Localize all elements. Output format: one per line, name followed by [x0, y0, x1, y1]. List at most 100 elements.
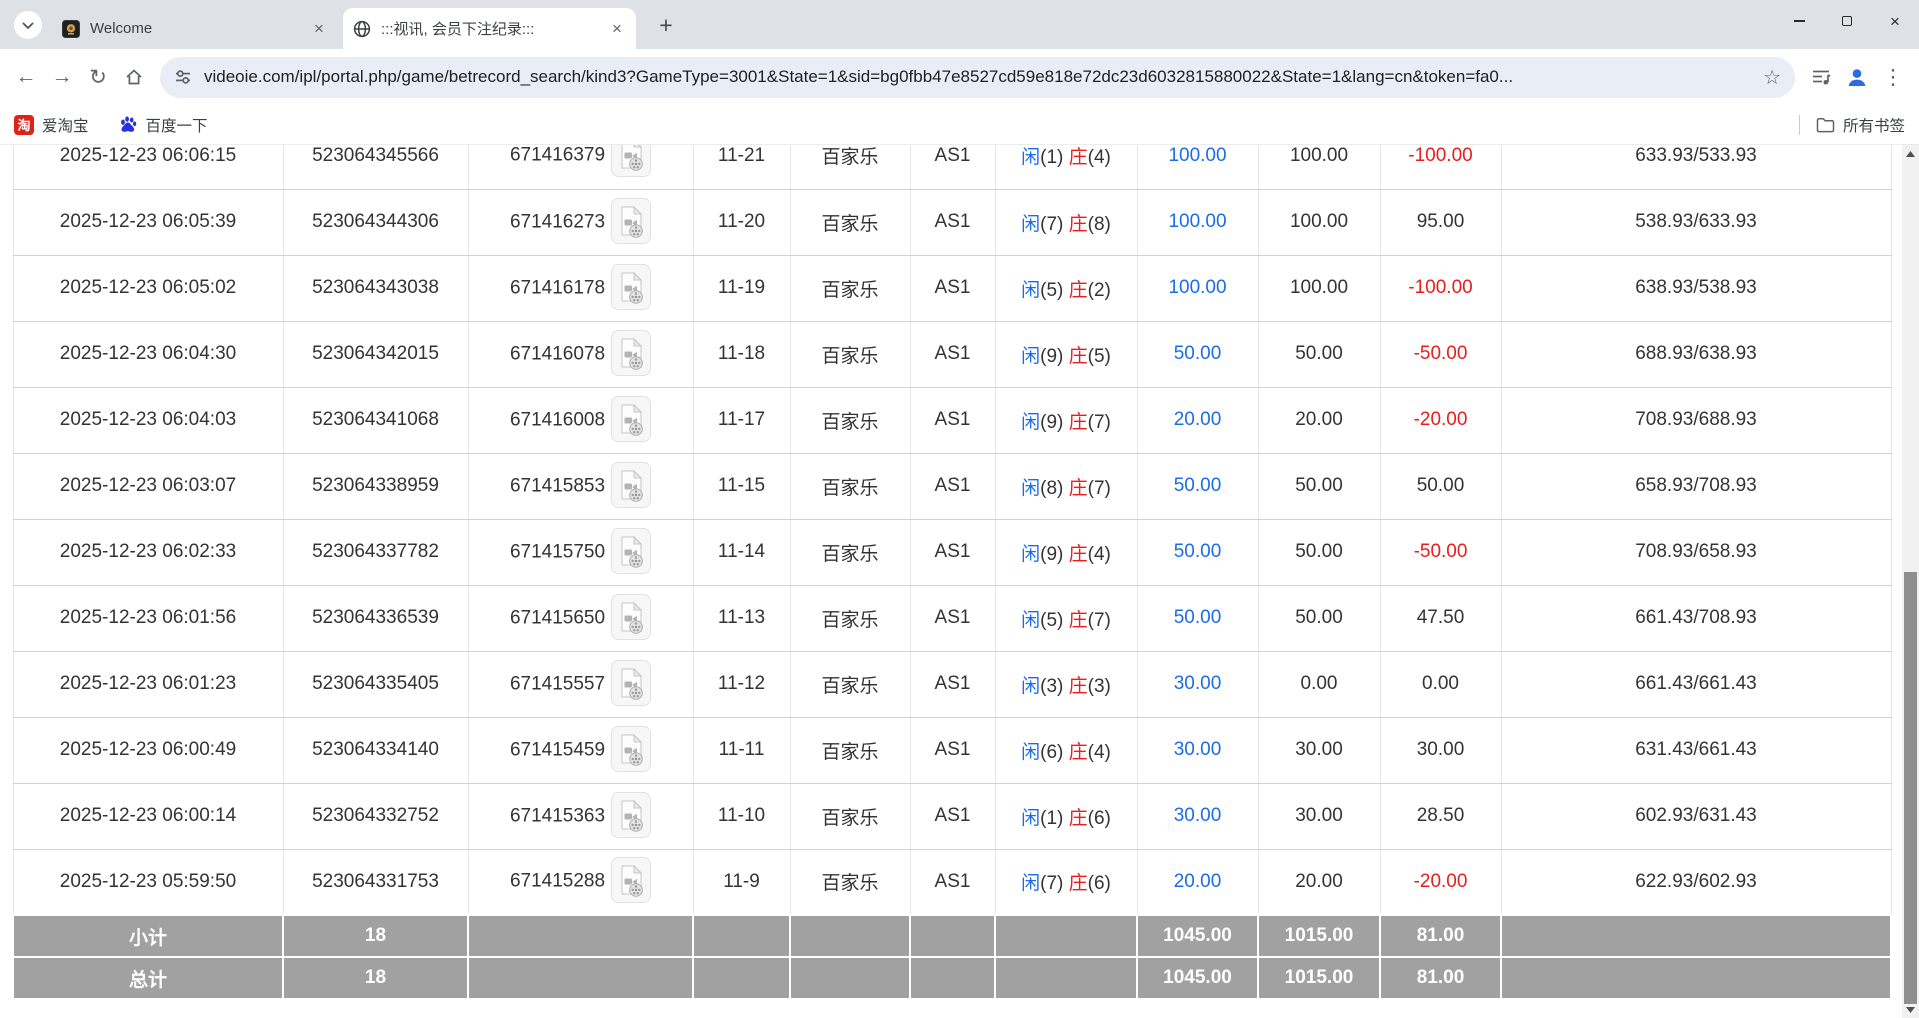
cell-valid-amount: 30.00	[1258, 783, 1380, 849]
maximize-button[interactable]	[1823, 0, 1871, 42]
scroll-down-button[interactable]	[1902, 1001, 1919, 1018]
cell-bet-time: 2025-12-23 06:04:03	[13, 387, 283, 453]
tab-welcome[interactable]: Welcome ×	[52, 8, 338, 49]
cell-bet-id: 523064345566	[283, 145, 468, 189]
menu-button[interactable]: ⋮	[1875, 59, 1911, 95]
cell-bet-id: 523064334140	[283, 717, 468, 783]
cell-table-name: AS1	[910, 849, 995, 915]
cell-winloss: -50.00	[1380, 321, 1501, 387]
cell-table-name: AS1	[910, 387, 995, 453]
result-player-label: 闲	[1021, 412, 1040, 433]
cell-bet-id: 523064337782	[283, 519, 468, 585]
bet-amount-link[interactable]: 20.00	[1174, 409, 1222, 430]
globe-icon	[353, 20, 371, 38]
bet-amount-link[interactable]: 20.00	[1174, 871, 1222, 892]
bookmark-item-baidu[interactable]: 百度一下	[119, 114, 208, 136]
media-controls-button[interactable]	[1803, 59, 1839, 95]
summary-empty-cell	[790, 957, 910, 999]
result-player-score: (7)	[1040, 214, 1063, 235]
cell-game-name: 百家乐	[790, 783, 910, 849]
cell-balance: 661.43/661.43	[1501, 651, 1891, 717]
bet-amount-link[interactable]: 30.00	[1174, 673, 1222, 694]
result-player-score: (6)	[1040, 742, 1063, 763]
video-replay-button[interactable]	[611, 145, 651, 180]
video-replay-button[interactable]	[611, 264, 651, 313]
cell-round: 11-14	[693, 519, 790, 585]
video-replay-button[interactable]	[611, 198, 651, 247]
tab-close-icon[interactable]: ×	[608, 20, 626, 38]
all-bookmarks-button[interactable]: 所有书签	[1843, 114, 1905, 136]
video-file-icon	[611, 330, 651, 376]
result-player-label: 闲	[1021, 280, 1040, 301]
cell-round: 11-12	[693, 651, 790, 717]
cell-game-id: 671415750	[468, 519, 693, 585]
video-replay-button[interactable]	[611, 594, 651, 643]
window-controls: ×	[1775, 0, 1919, 42]
bet-amount-link[interactable]: 50.00	[1174, 607, 1222, 628]
cell-winloss: 47.50	[1380, 585, 1501, 651]
summary-bet: 1045.00	[1137, 915, 1258, 957]
result-banker-label: 庄	[1069, 147, 1088, 168]
video-replay-button[interactable]	[611, 330, 651, 379]
site-settings-tune-icon[interactable]	[174, 68, 192, 86]
bet-amount-link[interactable]: 50.00	[1174, 343, 1222, 364]
bet-amount-link[interactable]: 50.00	[1174, 541, 1222, 562]
minimize-button[interactable]	[1775, 0, 1823, 42]
result-player-label: 闲	[1021, 873, 1040, 894]
tab-close-icon[interactable]: ×	[310, 20, 328, 38]
video-replay-button[interactable]	[611, 660, 651, 709]
video-file-icon	[611, 660, 651, 706]
cell-valid-amount: 100.00	[1258, 189, 1380, 255]
video-replay-button[interactable]	[611, 857, 651, 906]
table-row: 2025-12-23 06:02:33 523064337782 6714157…	[13, 519, 1891, 585]
video-replay-button[interactable]	[611, 396, 651, 445]
cell-table-name: AS1	[910, 321, 995, 387]
video-replay-button[interactable]	[611, 462, 651, 511]
bet-amount-link[interactable]: 100.00	[1168, 145, 1226, 166]
bookmark-label: 百度一下	[146, 114, 208, 136]
cell-round: 11-18	[693, 321, 790, 387]
table-row: 2025-12-23 06:05:39 523064344306 6714162…	[13, 189, 1891, 255]
table-row: 2025-12-23 05:59:50 523064331753 6714152…	[13, 849, 1891, 915]
tab-bet-record[interactable]: :::视讯, 会员下注纪录::: ×	[343, 8, 636, 49]
game-id-text: 671415363	[510, 805, 605, 826]
cell-bet-time: 2025-12-23 06:00:49	[13, 717, 283, 783]
bookmark-star-icon[interactable]: ☆	[1763, 65, 1781, 90]
back-button[interactable]: ←	[8, 59, 44, 95]
cell-game-name: 百家乐	[790, 255, 910, 321]
scroll-up-button[interactable]	[1902, 145, 1919, 162]
url-text[interactable]: videoie.com/ipl/portal.php/game/betrecor…	[204, 67, 1753, 87]
cell-bet-id: 523064344306	[283, 189, 468, 255]
result-player-score: (7)	[1040, 873, 1063, 894]
address-bar[interactable]: videoie.com/ipl/portal.php/game/betrecor…	[160, 57, 1795, 98]
bet-amount-link[interactable]: 100.00	[1168, 211, 1226, 232]
cell-bet-time: 2025-12-23 06:05:39	[13, 189, 283, 255]
tab-search-button[interactable]	[14, 11, 42, 39]
new-tab-button[interactable]: +	[652, 11, 680, 39]
cell-result: 闲(1) 庄(6)	[995, 783, 1137, 849]
bookmark-item-taobao[interactable]: 淘 爱淘宝	[14, 114, 89, 136]
video-replay-button[interactable]	[611, 726, 651, 775]
scroll-thumb[interactable]	[1904, 572, 1917, 1004]
cell-table-name: AS1	[910, 651, 995, 717]
cell-valid-amount: 20.00	[1258, 849, 1380, 915]
cell-round: 11-17	[693, 387, 790, 453]
reload-button[interactable]: ↻	[80, 59, 116, 95]
scrollbar[interactable]	[1902, 145, 1919, 1018]
forward-button[interactable]: →	[44, 59, 80, 95]
close-window-button[interactable]: ×	[1871, 0, 1919, 42]
bet-amount-link[interactable]: 50.00	[1174, 475, 1222, 496]
bet-amount-link[interactable]: 100.00	[1168, 277, 1226, 298]
result-banker-label: 庄	[1069, 280, 1088, 301]
profile-button[interactable]	[1839, 59, 1875, 95]
video-replay-button[interactable]	[611, 528, 651, 577]
video-replay-button[interactable]	[611, 792, 651, 841]
cell-valid-amount: 50.00	[1258, 519, 1380, 585]
cell-result: 闲(8) 庄(7)	[995, 453, 1137, 519]
bet-amount-link[interactable]: 30.00	[1174, 805, 1222, 826]
cell-game-id: 671416178	[468, 255, 693, 321]
bet-amount-link[interactable]: 30.00	[1174, 739, 1222, 760]
home-button[interactable]	[116, 59, 152, 95]
bet-table-footer: 小计 18 1045.00 1015.00 81.00 总计 18 1045.0…	[13, 915, 1891, 999]
cell-bet-time: 2025-12-23 06:04:30	[13, 321, 283, 387]
